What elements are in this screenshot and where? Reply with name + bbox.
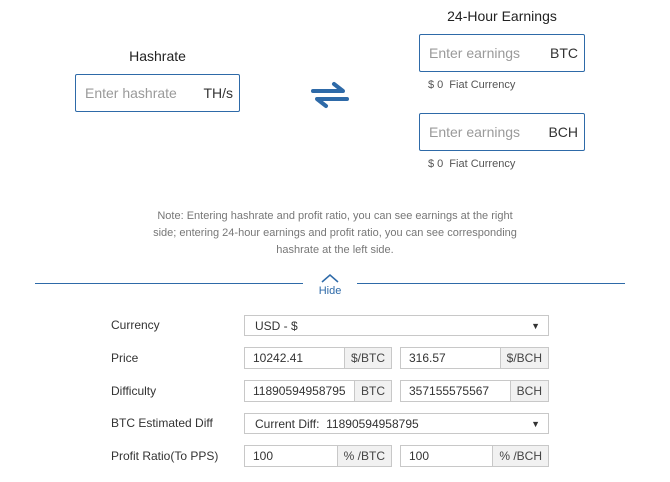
profit-btc-value: 100 xyxy=(253,449,274,463)
currency-select[interactable]: USD - $ ▼ xyxy=(244,315,549,336)
earnings-bch-unit: BCH xyxy=(548,124,578,140)
profit-btc-field[interactable]: 100 % /BTC xyxy=(244,445,392,467)
earnings-btc-fiat: $ 0 Fiat Currency xyxy=(428,79,515,91)
note-line-3: hashrate at the left side. xyxy=(276,244,394,256)
earnings-btc-placeholder: Enter earnings xyxy=(429,45,521,61)
difficulty-btc-value: 11890594958795 xyxy=(253,384,346,398)
difficulty-bch-value: 357155575567 xyxy=(409,384,490,398)
hashrate-title: Hashrate xyxy=(129,48,186,64)
price-bch-unit: $/BCH xyxy=(499,348,548,368)
hide-toggle[interactable]: Hide xyxy=(305,273,355,297)
difficulty-bch-unit: BCH xyxy=(509,381,548,401)
swap-arrows-icon[interactable] xyxy=(310,80,350,110)
price-btc-field[interactable]: 10242.41 $/BTC xyxy=(244,347,392,369)
profit-bch-field[interactable]: 100 % /BCH xyxy=(400,445,549,467)
hashrate-input[interactable]: Enter hashrate TH/s xyxy=(75,74,240,112)
profit-btc-unit: % /BTC xyxy=(336,446,391,466)
price-bch-field[interactable]: 316.57 $/BCH xyxy=(400,347,549,369)
hide-label: Hide xyxy=(318,285,342,297)
hashrate-unit: TH/s xyxy=(203,85,233,101)
btc-diff-select[interactable]: Current Diff: 11890594958795 ▼ xyxy=(244,413,549,434)
price-label: Price xyxy=(111,351,139,365)
difficulty-btc-unit: BTC xyxy=(354,381,391,401)
difficulty-label: Difficulty xyxy=(111,384,157,398)
earnings-btc-input[interactable]: Enter earnings BTC xyxy=(419,34,585,72)
divider-left xyxy=(35,283,303,284)
price-btc-unit: $/BTC xyxy=(343,348,391,368)
caret-down-icon: ▼ xyxy=(531,418,540,429)
note-line-2: side; entering 24-hour earnings and prof… xyxy=(153,227,517,239)
earnings-bch-fiat-label: Fiat Currency xyxy=(449,158,516,170)
earnings-bch-input[interactable]: Enter earnings BCH xyxy=(419,113,585,151)
difficulty-btc-field[interactable]: 11890594958795 BTC xyxy=(244,380,392,402)
btc-diff-label: BTC Estimated Diff xyxy=(111,416,213,430)
profit-bch-unit: % /BCH xyxy=(492,446,548,466)
chevron-up-icon xyxy=(321,274,339,283)
earnings-bch-placeholder: Enter earnings xyxy=(429,124,521,140)
earnings-bch-fiat: $ 0 Fiat Currency xyxy=(428,158,515,170)
earnings-btc-fiat-label: Fiat Currency xyxy=(449,79,516,91)
earnings-btc-fiat-value: $ 0 xyxy=(428,79,444,91)
price-btc-value: 10242.41 xyxy=(253,351,304,365)
difficulty-bch-field[interactable]: 357155575567 BCH xyxy=(400,380,549,402)
currency-label: Currency xyxy=(111,318,160,332)
earnings-bch-fiat-value: $ 0 xyxy=(428,158,444,170)
earnings-title: 24-Hour Earnings xyxy=(447,8,557,24)
currency-value: USD - $ xyxy=(255,318,298,333)
price-bch-value: 316.57 xyxy=(409,351,446,365)
divider-right xyxy=(357,283,625,284)
btc-diff-value: Current Diff: 11890594958795 xyxy=(255,416,419,431)
profit-label: Profit Ratio(To PPS) xyxy=(111,449,219,463)
hashrate-placeholder: Enter hashrate xyxy=(85,85,177,101)
note-line-1: Note: Entering hashrate and profit ratio… xyxy=(157,210,513,222)
note-text: Note: Entering hashrate and profit ratio… xyxy=(120,208,550,259)
earnings-btc-unit: BTC xyxy=(550,45,578,61)
caret-down-icon: ▼ xyxy=(531,320,540,331)
profit-bch-value: 100 xyxy=(409,449,430,463)
